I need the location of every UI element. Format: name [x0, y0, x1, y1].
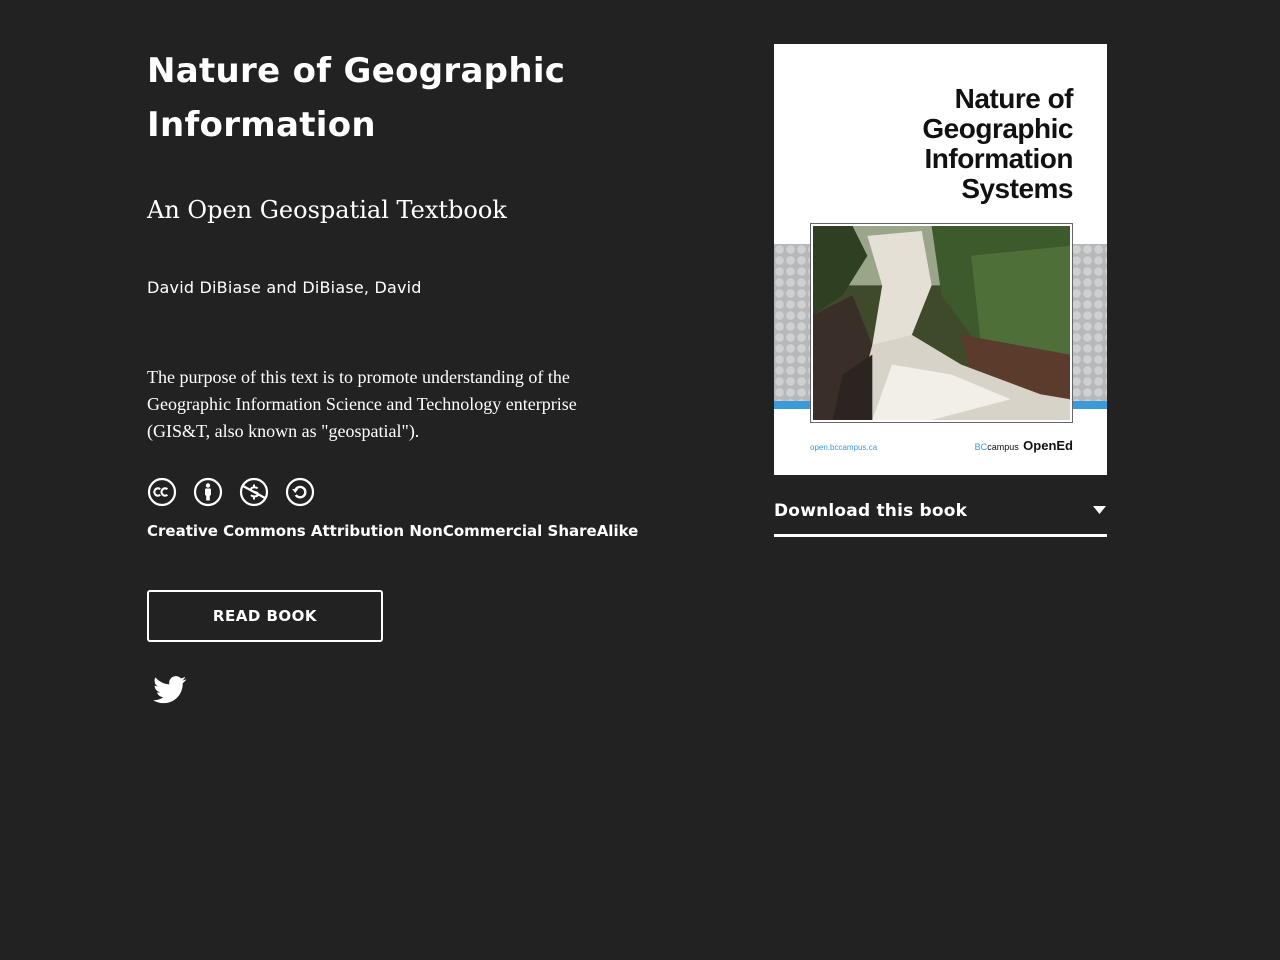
cover-publisher-logo: BCcampus OpenEd [974, 438, 1073, 453]
book-authors: David DiBiase and DiBiase, David [147, 278, 422, 297]
download-label: Download this book [774, 501, 968, 521]
read-book-button[interactable]: READ BOOK [147, 590, 383, 642]
twitter-icon[interactable] [153, 676, 187, 706]
book-info: Nature of Geographic Information An Open… [147, 44, 647, 704]
cover-photo-waterfall [810, 223, 1073, 423]
license-label: Creative Commons Attribution NonCommerci… [147, 522, 639, 540]
sharealike-icon [285, 477, 315, 507]
download-book-dropdown[interactable]: Download this book [774, 496, 1107, 537]
book-subtitle: An Open Geospatial Textbook [147, 196, 507, 224]
book-cover: Nature of Geographic Information Systems… [774, 44, 1107, 475]
book-title: Nature of Geographic Information [147, 51, 566, 145]
attribution-icon [193, 477, 223, 507]
license-icons [147, 477, 315, 507]
book-description: The purpose of this text is to promote u… [147, 367, 577, 441]
cover-url: open.bccampus.ca [810, 443, 878, 452]
noncommercial-icon [239, 477, 269, 507]
caret-down-icon [1093, 506, 1106, 514]
cover-title: Nature of Geographic Information Systems [922, 83, 1073, 204]
cc-icon [147, 477, 177, 507]
